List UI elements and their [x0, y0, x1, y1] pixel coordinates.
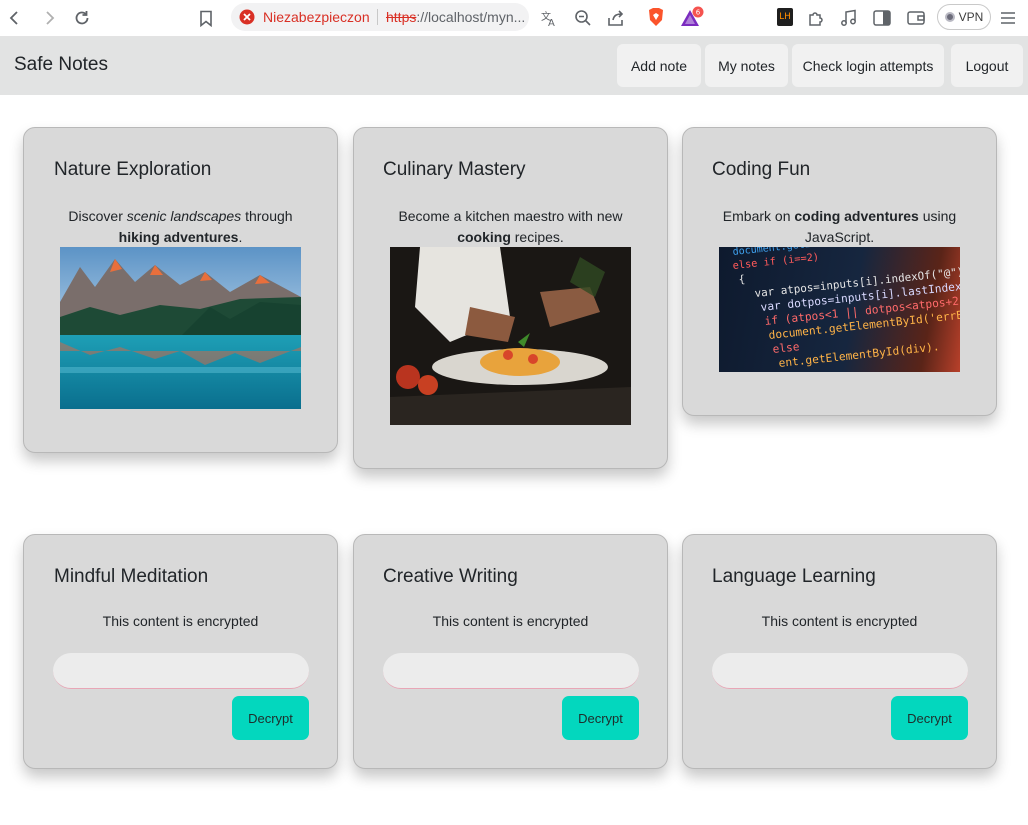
bookmark-button[interactable] [194, 6, 218, 30]
share-icon [608, 10, 624, 26]
my-notes-button[interactable]: My notes [705, 44, 788, 87]
zoom-out-icon [575, 10, 591, 26]
back-arrow-icon [9, 11, 18, 25]
code-lines: document.getElementById(div).else if (i=… [732, 247, 960, 370]
notification-badge: 6 [696, 9, 701, 17]
note-text: Discover [68, 208, 127, 224]
note-bold: hiking adventures [118, 229, 239, 245]
brave-shield-icon [649, 8, 663, 26]
note-bold: cooking [457, 229, 511, 245]
extensions-button[interactable] [805, 7, 827, 29]
note-card-writing: Creative Writing This content is encrypt… [353, 534, 668, 769]
wallet-button[interactable] [905, 7, 927, 29]
media-button[interactable] [838, 7, 860, 29]
decrypt-password-input[interactable] [383, 653, 639, 689]
music-note-icon [841, 9, 856, 26]
svg-text:A: A [548, 18, 555, 27]
encrypted-notice: This content is encrypted [102, 613, 259, 629]
note-title: Mindful Meditation [54, 566, 209, 587]
note-title: Nature Exploration [54, 159, 212, 180]
sidebar-button[interactable] [871, 7, 893, 29]
note-text: recipes. [510, 229, 564, 245]
note-content: Embark on coding adventures using JavaSc… [703, 206, 976, 248]
main-menu-button[interactable] [997, 7, 1019, 29]
decrypt-password-input[interactable] [53, 653, 309, 689]
extension-lh-button[interactable]: LH [777, 8, 793, 26]
note-text: Embark on [722, 208, 795, 224]
decrypt-button[interactable]: Decrypt [562, 696, 639, 740]
note-content: Discover scenic landscapes through hikin… [44, 206, 317, 248]
note-card-meditation: Mindful Meditation This content is encry… [23, 534, 338, 769]
nature-landscape-image [60, 247, 301, 409]
bookmark-icon [200, 10, 212, 27]
browser-toolbar: Niezabezpieczone https://localhost/myn..… [0, 0, 1028, 37]
decrypt-button[interactable]: Decrypt [891, 696, 968, 740]
note-bold: coding adventures [794, 208, 919, 224]
vpn-button[interactable]: VPN [937, 4, 991, 30]
forward-arrow-icon [46, 11, 55, 25]
translate-icon: 文A [541, 10, 555, 27]
code-line: ent.getElementById(div). [778, 340, 940, 370]
cooking-chef-image [390, 247, 631, 425]
puzzle-icon [809, 12, 823, 26]
address-bar[interactable]: Niezabezpieczone https://localhost/myn..… [231, 3, 529, 31]
encrypted-notice: This content is encrypted [761, 613, 918, 629]
hamburger-menu-icon [1001, 12, 1015, 24]
reload-button[interactable] [70, 6, 94, 30]
insecure-icon [239, 9, 255, 25]
note-card-language: Language Learning This content is encryp… [682, 534, 997, 769]
check-login-attempts-button[interactable]: Check login attempts [792, 44, 944, 87]
decrypt-button[interactable]: Decrypt [232, 696, 309, 740]
note-title: Language Learning [712, 566, 876, 587]
javascript-code-image: document.getElementById(div).else if (i=… [719, 247, 960, 372]
add-note-button[interactable]: Add note [617, 44, 701, 87]
forward-button[interactable] [37, 6, 61, 30]
brave-rewards-button[interactable]: 6 [679, 5, 705, 31]
note-text: through [241, 208, 293, 224]
note-text: Become a kitchen maestro with new [398, 208, 623, 224]
note-text: . [238, 229, 243, 245]
zoom-button[interactable] [572, 7, 594, 29]
url-divider [377, 9, 378, 25]
wallet-icon [907, 11, 925, 25]
note-title: Culinary Mastery [383, 159, 526, 180]
note-title: Coding Fun [712, 159, 811, 180]
decrypt-password-input[interactable] [712, 653, 968, 689]
url-scheme: https [386, 9, 417, 25]
code-line: else [772, 340, 800, 356]
vpn-status-icon [944, 12, 955, 22]
app-navbar: Safe Notes Add note My notes Check login… [0, 37, 1028, 95]
back-button[interactable] [3, 6, 27, 30]
vpn-label: VPN [958, 10, 984, 24]
note-content: Become a kitchen maestro with new cookin… [374, 206, 647, 248]
note-card-nature: Nature Exploration Discover scenic lands… [23, 127, 338, 453]
sidebar-icon [873, 10, 891, 26]
reload-icon [75, 11, 89, 25]
translate-button[interactable]: 文A [538, 7, 560, 29]
code-line: { [738, 273, 746, 286]
extension-lh-label: LH [779, 12, 791, 22]
encrypted-notice: This content is encrypted [432, 613, 589, 629]
note-card-coding: Coding Fun Embark on coding adventures u… [682, 127, 997, 416]
note-title: Creative Writing [383, 566, 518, 587]
brand-title[interactable]: Safe Notes [14, 54, 108, 76]
note-emphasis: scenic landscapes [126, 208, 242, 224]
security-status[interactable]: Niezabezpieczone [263, 9, 369, 25]
logout-button[interactable]: Logout [951, 44, 1023, 87]
share-button[interactable] [605, 7, 627, 29]
url-text[interactable]: https://localhost/myn... [386, 9, 525, 25]
brave-shields-button[interactable] [645, 5, 667, 29]
brave-rewards-icon: 6 [681, 6, 704, 26]
note-card-culinary: Culinary Mastery Become a kitchen maestr… [353, 127, 668, 469]
url-path: ://localhost/myn... [416, 9, 526, 25]
